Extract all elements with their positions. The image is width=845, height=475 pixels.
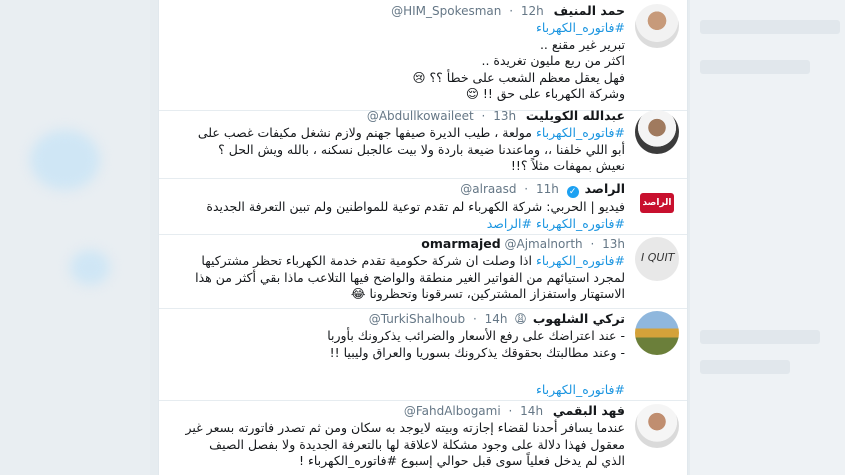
timestamp[interactable]: 13h — [602, 237, 625, 251]
separator-dot: · — [508, 404, 513, 418]
avatar[interactable] — [635, 404, 679, 448]
tweet-text: - عند اعتراضك على رفع الأسعار والضرائب ي… — [170, 328, 625, 361]
username[interactable]: @Abdullkowaileet — [367, 109, 474, 123]
tweet-line: لمجرد استيائهم من الفواتير الغير منطقة و… — [195, 269, 625, 285]
avatar[interactable]: الراصد — [635, 181, 679, 225]
hashtag-link[interactable]: #فاتوره_الكهرباء — [536, 253, 625, 268]
timestamp[interactable]: 11h — [536, 182, 559, 196]
timestamp[interactable]: 13h — [493, 109, 516, 123]
display-name[interactable]: omarmajed — [421, 236, 500, 251]
username[interactable]: @FahdAlbogami — [404, 404, 501, 418]
separator-dot: · — [590, 237, 595, 251]
tweet-line: معقول فهذا دلالة على وجود مشكلة لاعلاقة … — [209, 436, 625, 452]
tweet[interactable]: I QUIT omarmajed @Ajmalnorth · 13h #فاتو… — [159, 234, 687, 309]
username[interactable]: @TurkiShalhoub — [369, 312, 465, 326]
timestamp[interactable]: 14h — [520, 404, 543, 418]
separator-dot: · — [509, 4, 514, 18]
right-sidebar — [690, 0, 845, 475]
tweet-header: omarmajed @Ajmalnorth · 13h — [415, 236, 625, 254]
tweet-line: وشركة الكهرباء على حق !! 😌 — [465, 86, 625, 101]
tweet-text: #فاتوره_الكهرباء مولعة ، طيب الديرة صيفه… — [170, 125, 625, 175]
hashtag-link[interactable]: #فاتوره_الكهرباء — [170, 20, 625, 37]
tweet-line: الاستهتار واستفزاز المشتركين، تسرقونا وت… — [350, 286, 625, 301]
display-name[interactable]: حمد المنيف — [554, 3, 625, 18]
separator-dot: · — [524, 182, 529, 196]
tweet-line: فيديو | الحربي: شركة الكهرباء لم تقدم تو… — [206, 199, 625, 214]
tweet[interactable]: فهد البقمي @FahdAlbogami · 14h عندما يسا… — [159, 400, 687, 475]
tweet-line: عندما يسافر أحدنا لقضاء إجازته وبيته لاي… — [185, 420, 626, 435]
weary-face-icon: 😩 — [514, 312, 527, 326]
tweet-text: فيديو | الحربي: شركة الكهرباء لم تقدم تو… — [170, 199, 625, 232]
display-name[interactable]: تركي الشلهوب — [533, 311, 625, 326]
avatar[interactable] — [635, 311, 679, 355]
tweet-header: الراصد ✓ @alraasd · 11h — [460, 181, 625, 199]
blurred-shape — [70, 250, 110, 285]
tweet-text: عندما يسافر أحدنا لقضاء إجازته وبيته لاي… — [170, 420, 626, 470]
tweet[interactable]: تركي الشلهوب 😩 @TurkiShalhoub · 14h - عند… — [159, 308, 687, 401]
display-name[interactable]: الراصد — [585, 181, 625, 196]
tweet-text: #فاتوره_الكهرباء تبرير غير مقنع .. اكثر … — [170, 20, 625, 103]
tweet-line: فهل يعقل معظم الشعب على خطأ ؟؟ 😢 — [412, 69, 625, 85]
tweet[interactable]: الراصد الراصد ✓ @alraasd · 11h فيديو | ال… — [159, 178, 687, 235]
avatar[interactable]: I QUIT — [635, 237, 679, 281]
hashtag-link[interactable]: #فاتوره_الكهرباء — [536, 382, 625, 397]
tweet[interactable]: عبدالله الكويليت @Abdullkowaileet · 13h … — [159, 108, 687, 179]
timestamp[interactable]: 12h — [521, 4, 544, 18]
tweet-line: أبو اللي خلفنا ،، وماعندنا ضيعة باردة ول… — [218, 141, 625, 157]
alraasd-logo: الراصد — [640, 193, 674, 213]
verified-badge-icon: ✓ — [566, 186, 579, 198]
tweet-line: #فاتوره_الكهرباء مولعة ، طيب الديرة صيفه… — [197, 125, 625, 140]
tweet-line: تبرير غير مقنع .. — [539, 36, 625, 52]
tweet-header: عبدالله الكويليت @Abdullkowaileet · 13h — [367, 108, 625, 126]
sidebar-block — [700, 60, 810, 74]
left-sidebar — [0, 0, 158, 475]
sidebar-block — [700, 20, 840, 34]
tweet[interactable]: حمد المنيف @HIM_Spokesman · 12h #فاتوره_… — [159, 0, 687, 111]
tweet-header: تركي الشلهوب 😩 @TurkiShalhoub · 14h — [369, 311, 625, 329]
username[interactable]: @alraasd — [460, 182, 516, 196]
tweet-line: اكثر من ربع مليون تغريدة .. — [481, 53, 625, 68]
display-name[interactable]: عبدالله الكويليت — [526, 108, 625, 123]
avatar[interactable] — [635, 4, 679, 48]
sidebar-block — [700, 360, 790, 374]
separator-dot: · — [472, 312, 477, 326]
tweet-text: #فاتوره_الكهرباء اذا وصلت ان شركة حكومية… — [170, 253, 625, 303]
username[interactable]: @HIM_Spokesman — [391, 4, 501, 18]
tweet-timeline: حمد المنيف @HIM_Spokesman · 12h #فاتوره_… — [158, 0, 688, 475]
tweet-line: نعيش بمهفات مثلاً ؟!! — [510, 158, 625, 173]
blurred-shape — [30, 130, 100, 190]
tweet-line: - وعند مطالبتك بحقوقك يذكرونك بسوريا وال… — [329, 344, 625, 360]
timestamp[interactable]: 14h — [485, 312, 508, 326]
avatar[interactable] — [635, 110, 679, 154]
display-name[interactable]: فهد البقمي — [553, 403, 625, 418]
hashtag-link[interactable]: #فاتوره_الكهرباء — [536, 125, 625, 140]
tweet-header: فهد البقمي @FahdAlbogami · 14h — [404, 403, 625, 421]
tweet-header: حمد المنيف @HIM_Spokesman · 12h — [391, 3, 625, 21]
hashtag-link[interactable]: #فاتوره_الكهرباء #الراصد — [170, 216, 625, 233]
left-panel — [0, 0, 150, 475]
tweet-line: #فاتوره_الكهرباء اذا وصلت ان شركة حكومية… — [201, 253, 625, 268]
username[interactable]: @Ajmalnorth — [505, 237, 583, 251]
separator-dot: · — [481, 109, 486, 123]
tweet-line: - عند اعتراضك على رفع الأسعار والضرائب ي… — [327, 328, 625, 343]
tweet-line: الذي لم يدخل فعلياً سوى قبل حوالي إسبوع … — [299, 453, 625, 468]
avatar-scribble: I QUIT — [641, 251, 675, 264]
sidebar-block — [700, 330, 820, 344]
